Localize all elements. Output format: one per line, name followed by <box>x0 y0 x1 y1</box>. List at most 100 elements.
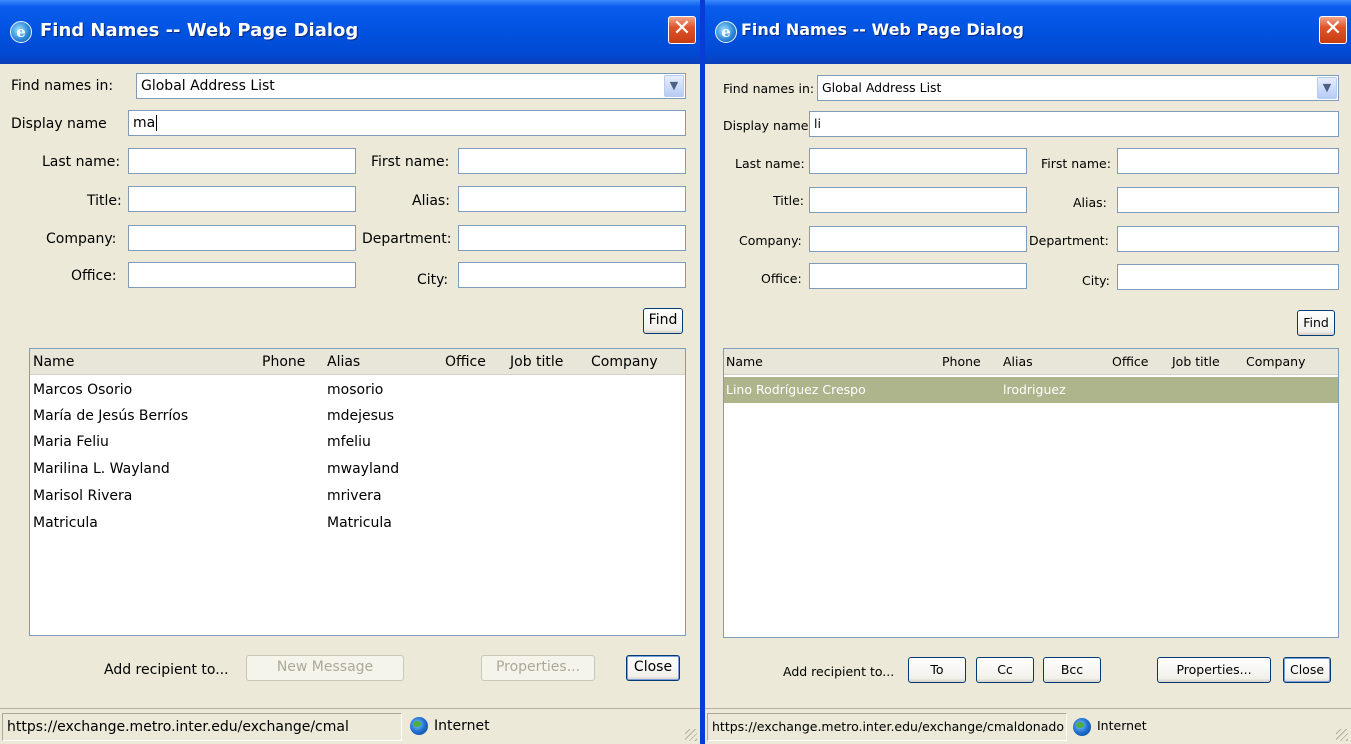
title-label: Title: <box>87 193 122 209</box>
alias-input[interactable] <box>1117 187 1339 213</box>
status-url: https://exchange.metro.inter.edu/exchang… <box>2 713 402 741</box>
bcc-button[interactable]: Bcc <box>1043 657 1101 683</box>
title-input[interactable] <box>128 186 356 212</box>
last-name-label: Last name: <box>735 156 805 171</box>
display-name-value: ma <box>133 115 156 131</box>
row-name: Marilina L. Wayland <box>33 461 170 477</box>
results-list[interactable]: Name Phone Alias Office Job title Compan… <box>723 348 1339 638</box>
new-message-button[interactable]: New Message <box>246 655 404 681</box>
table-row-selected[interactable]: Lino Rodríguez Crespo lrodriguez <box>724 377 1338 403</box>
city-input[interactable] <box>1117 264 1339 290</box>
display-name-value: li <box>814 116 821 131</box>
alias-label: Alias: <box>1073 195 1107 210</box>
address-list-select[interactable]: Global Address List ▼ <box>136 73 686 99</box>
office-input[interactable] <box>128 262 356 288</box>
column-header-alias[interactable]: Alias <box>327 354 360 370</box>
status-bar: https://exchange.metro.inter.edu/exchang… <box>705 708 1351 744</box>
results-list[interactable]: Name Phone Alias Office Job title Compan… <box>29 348 686 636</box>
text-cursor <box>156 115 158 131</box>
column-header-office[interactable]: Office <box>445 354 486 370</box>
title-label: Title: <box>773 193 804 208</box>
title-bar[interactable]: e Find Names -- Web Page Dialog ✕ <box>705 0 1351 64</box>
security-zone: Internet <box>1073 713 1147 741</box>
find-names-dialog-left: e Find Names -- Web Page Dialog ✕ Find n… <box>0 0 700 744</box>
resize-grip-icon[interactable] <box>685 729 697 741</box>
office-input[interactable] <box>809 263 1027 289</box>
company-input[interactable] <box>128 225 356 251</box>
column-header-alias[interactable]: Alias <box>1003 354 1033 369</box>
column-header-company[interactable]: Company <box>591 354 658 370</box>
table-row[interactable]: Maria Feliu mfeliu <box>30 429 685 455</box>
internet-explorer-icon: e <box>10 21 32 43</box>
title-bar[interactable]: e Find Names -- Web Page Dialog ✕ <box>0 0 700 64</box>
column-header-name[interactable]: Name <box>726 354 763 369</box>
security-zone: Internet <box>410 713 490 741</box>
to-button[interactable]: To <box>908 657 966 683</box>
properties-button[interactable]: Properties... <box>481 655 595 681</box>
company-label: Company: <box>46 231 117 247</box>
display-name-input[interactable]: li <box>809 111 1339 137</box>
results-header: Name Phone Alias Office Job title Compan… <box>724 349 1338 375</box>
company-input[interactable] <box>809 226 1027 252</box>
column-header-phone[interactable]: Phone <box>942 354 981 369</box>
last-name-input[interactable] <box>809 148 1027 174</box>
table-row[interactable]: María de Jesús Berríos mdejesus <box>30 403 685 429</box>
first-name-input[interactable] <box>458 148 686 174</box>
row-name: Marisol Rivera <box>33 488 133 504</box>
table-row[interactable]: Marisol Rivera mrivera <box>30 483 685 509</box>
row-alias: mdejesus <box>327 408 395 424</box>
zone-label: Internet <box>1097 718 1147 733</box>
find-button[interactable]: Find <box>643 308 683 334</box>
row-alias: mwayland <box>327 461 400 477</box>
close-button[interactable]: Close <box>1283 657 1331 683</box>
column-header-job-title[interactable]: Job title <box>1172 354 1220 369</box>
status-url: https://exchange.metro.inter.edu/exchang… <box>707 713 1067 741</box>
row-alias: mfeliu <box>327 434 371 450</box>
column-header-name[interactable]: Name <box>33 354 74 370</box>
first-name-label: First name: <box>1041 156 1111 171</box>
close-window-icon[interactable]: ✕ <box>668 16 696 44</box>
add-recipient-label: Add recipient to... <box>783 664 895 679</box>
table-row[interactable]: Matricula Matricula <box>30 510 685 536</box>
display-name-input[interactable]: ma <box>128 110 686 136</box>
display-name-label: Display name <box>11 116 107 132</box>
row-name: Matricula <box>33 515 98 531</box>
alias-input[interactable] <box>458 186 686 212</box>
title-input[interactable] <box>809 187 1027 213</box>
find-button[interactable]: Find <box>1297 310 1335 336</box>
column-header-phone[interactable]: Phone <box>262 354 305 370</box>
row-alias: lrodriguez <box>1003 382 1066 397</box>
display-name-label: Display name <box>723 118 809 133</box>
close-window-icon[interactable]: ✕ <box>1319 16 1347 44</box>
chevron-down-icon[interactable]: ▼ <box>1317 77 1337 99</box>
resize-grip-icon[interactable] <box>1336 729 1348 741</box>
row-name: Lino Rodríguez Crespo <box>726 382 866 397</box>
department-label: Department: <box>1029 233 1109 248</box>
city-input[interactable] <box>458 262 686 288</box>
globe-icon <box>410 717 428 735</box>
chevron-down-icon[interactable]: ▼ <box>664 75 684 97</box>
column-header-company[interactable]: Company <box>1246 354 1305 369</box>
department-input[interactable] <box>458 225 686 251</box>
results-header: Name Phone Alias Office Job title Compan… <box>30 349 685 375</box>
table-row[interactable]: Marilina L. Wayland mwayland <box>30 456 685 482</box>
add-recipient-label: Add recipient to... <box>104 662 229 678</box>
row-name: Marcos Osorio <box>33 382 133 398</box>
internet-explorer-icon: e <box>715 21 737 43</box>
last-name-input[interactable] <box>128 148 356 174</box>
table-row[interactable]: Marcos Osorio mosorio <box>30 377 685 403</box>
column-header-office[interactable]: Office <box>1112 354 1149 369</box>
close-button[interactable]: Close <box>626 655 680 681</box>
department-input[interactable] <box>1117 226 1339 252</box>
first-name-input[interactable] <box>1117 148 1339 174</box>
column-header-job-title[interactable]: Job title <box>510 354 563 370</box>
office-label: Office: <box>71 268 117 284</box>
find-names-dialog-right: e Find Names -- Web Page Dialog ✕ Find n… <box>705 0 1351 744</box>
properties-button[interactable]: Properties... <box>1157 657 1271 683</box>
address-list-value: Global Address List <box>141 78 275 94</box>
dialog-title: Find Names -- Web Page Dialog <box>741 20 1024 39</box>
cc-button[interactable]: Cc <box>976 657 1034 683</box>
row-alias: mosorio <box>327 382 384 398</box>
address-list-select[interactable]: Global Address List ▼ <box>817 75 1339 101</box>
address-list-value: Global Address List <box>822 80 942 95</box>
